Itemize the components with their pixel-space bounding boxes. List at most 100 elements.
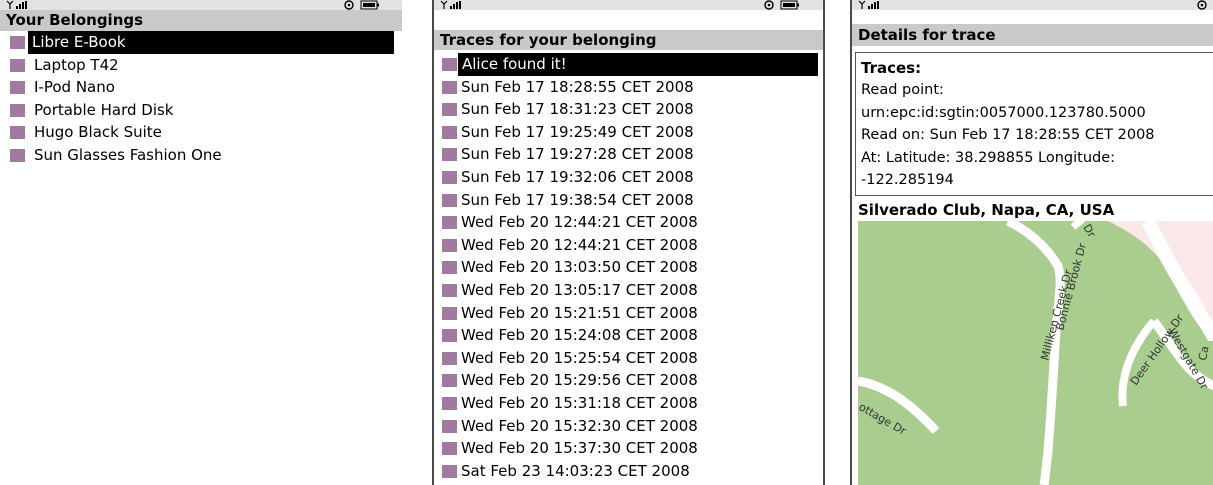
- details-line: Read point:: [861, 82, 944, 99]
- trace-item[interactable]: Sat Feb 23 14:03:23 CET 2008: [434, 460, 823, 483]
- trace-item[interactable]: Wed Feb 20 15:25:54 CET 2008: [434, 347, 823, 370]
- settings-gear-icon: [764, 0, 774, 10]
- traces-list: Alice found it! Sun Feb 17 18:28:55 CET …: [434, 53, 823, 482]
- trace-item[interactable]: Wed Feb 20 15:21:51 CET 2008: [434, 302, 823, 325]
- signal-strength-icon: [6, 0, 27, 9]
- details-line: -122.285194: [861, 172, 954, 189]
- trace-item[interactable]: Sun Feb 17 19:25:49 CET 2008: [434, 121, 823, 144]
- list-item-hugo-black-suite[interactable]: Hugo Black Suite: [0, 121, 402, 144]
- item-bullet: [442, 442, 457, 456]
- item-bullet: [10, 148, 25, 162]
- list-item-label: Wed Feb 20 15:32:30 CET 2008: [461, 416, 698, 435]
- trace-item[interactable]: Wed Feb 20 15:37:30 CET 2008: [434, 437, 823, 460]
- trace-item[interactable]: Sun Feb 17 19:38:54 CET 2008: [434, 189, 823, 212]
- trace-item[interactable]: Sun Feb 17 19:27:28 CET 2008: [434, 143, 823, 166]
- item-bullet: [442, 216, 457, 230]
- item-bullet: [10, 58, 25, 72]
- map-location-title: Silverado Club, Napa, CA, USA: [858, 201, 1115, 219]
- item-bullet: [442, 148, 457, 162]
- list-item-label: Sun Feb 17 18:31:23 CET 2008: [461, 100, 694, 119]
- list-item-label: Sun Feb 17 19:25:49 CET 2008: [461, 122, 694, 141]
- trace-item[interactable]: Sun Feb 17 18:28:55 CET 2008: [434, 76, 823, 99]
- item-bullet: [10, 36, 25, 49]
- list-item-label: Hugo Black Suite: [34, 123, 162, 142]
- item-bullet: [442, 125, 457, 139]
- list-item-label: Wed Feb 20 15:31:18 CET 2008: [461, 393, 698, 412]
- list-item-laptop-t42[interactable]: Laptop T42: [0, 54, 402, 77]
- trace-item[interactable]: Wed Feb 20 15:31:18 CET 2008: [434, 392, 823, 415]
- list-item-label: Wed Feb 20 13:05:17 CET 2008: [461, 280, 698, 299]
- list-item-label: Sun Glasses Fashion One: [34, 145, 222, 164]
- list-item-libre-e-book[interactable]: Libre E-Book: [0, 31, 402, 54]
- belongings-screen: Your Belongings Libre E-Book Laptop T42 …: [0, 0, 402, 485]
- item-bullet: [442, 329, 457, 343]
- battery-icon: [780, 0, 799, 10]
- item-bullet: [442, 261, 457, 275]
- settings-gear-icon: [1197, 0, 1207, 10]
- list-item-label: Wed Feb 20 12:44:21 CET 2008: [461, 235, 698, 254]
- list-item-label: Sun Feb 17 19:27:28 CET 2008: [461, 145, 694, 164]
- signal-strength-icon: [858, 0, 879, 9]
- list-item-label: Wed Feb 20 15:21:51 CET 2008: [461, 303, 698, 322]
- traces-screen: Traces for your belonging Alice found it…: [432, 0, 825, 485]
- page-title: Your Belongings: [0, 10, 402, 31]
- battery-icon: [360, 0, 379, 10]
- list-item-label: Wed Feb 20 15:25:54 CET 2008: [461, 348, 698, 367]
- list-item-label: Wed Feb 20 15:29:56 CET 2008: [461, 371, 698, 390]
- item-bullet: [442, 103, 457, 117]
- trace-item[interactable]: Wed Feb 20 15:24:08 CET 2008: [434, 324, 823, 347]
- trace-item[interactable]: Sun Feb 17 18:31:23 CET 2008: [434, 98, 823, 121]
- list-item-label: Wed Feb 20 15:24:08 CET 2008: [461, 326, 698, 345]
- item-bullet: [442, 80, 457, 94]
- status-bar: [852, 0, 1213, 10]
- list-item-sun-glasses[interactable]: Sun Glasses Fashion One: [0, 144, 402, 167]
- trace-details-screen: Details for trace Traces: Read point: ur…: [850, 0, 1213, 485]
- list-item-portable-hard-disk[interactable]: Portable Hard Disk: [0, 99, 402, 122]
- list-item-label: Portable Hard Disk: [34, 100, 174, 119]
- item-bullet: [442, 396, 457, 410]
- trace-item[interactable]: Wed Feb 20 15:29:56 CET 2008: [434, 369, 823, 392]
- status-bar: [434, 0, 823, 10]
- trace-item[interactable]: Wed Feb 20 12:44:21 CET 2008: [434, 234, 823, 257]
- list-item-label: Sun Feb 17 18:28:55 CET 2008: [461, 77, 694, 96]
- list-item-label: I-Pod Nano: [34, 78, 115, 97]
- item-bullet: [442, 306, 457, 320]
- trace-item[interactable]: Wed Feb 20 13:05:17 CET 2008: [434, 279, 823, 302]
- status-bar: [0, 0, 402, 10]
- map-view[interactable]: Milliken Creek Dr Bonnie Brook Dr Deer H…: [858, 221, 1213, 485]
- item-bullet: [442, 170, 457, 184]
- belongings-list: Libre E-Book Laptop T42 I-Pod Nano Porta…: [0, 31, 402, 167]
- trace-item-alice-found-it[interactable]: Alice found it!: [434, 53, 823, 76]
- details-line: urn:epc:id:sgtin:0057000.123780.5000: [861, 104, 1146, 121]
- item-bullet: [10, 81, 25, 95]
- trace-item[interactable]: Sun Feb 17 19:32:06 CET 2008: [434, 166, 823, 189]
- list-item-label: Sat Feb 23 14:03:23 CET 2008: [461, 461, 690, 480]
- details-line: At: Latitude: 38.298855 Longitude:: [861, 149, 1116, 166]
- list-item-label: Laptop T42: [34, 55, 119, 74]
- details-line: Read on: Sun Feb 17 18:28:55 CET 2008: [861, 127, 1155, 144]
- signal-strength-icon: [440, 0, 461, 9]
- item-bullet: [442, 351, 457, 365]
- street-label-ca: Ca: [1196, 345, 1211, 361]
- list-item-label: Wed Feb 20 13:03:50 CET 2008: [461, 258, 698, 277]
- settings-gear-icon: [344, 0, 354, 10]
- item-bullet: [10, 103, 25, 117]
- item-bullet: [442, 238, 457, 252]
- list-item-label: Sun Feb 17 19:38:54 CET 2008: [461, 190, 694, 209]
- page-title: Details for trace: [852, 24, 1213, 46]
- list-item-label: Wed Feb 20 12:44:21 CET 2008: [461, 213, 698, 232]
- item-bullet: [442, 374, 457, 388]
- list-item-ipod-nano[interactable]: I-Pod Nano: [0, 76, 402, 99]
- item-bullet: [442, 464, 457, 478]
- trace-item[interactable]: Wed Feb 20 13:03:50 CET 2008: [434, 256, 823, 279]
- list-item-label: Alice found it!: [458, 53, 818, 76]
- trace-item[interactable]: Wed Feb 20 15:32:30 CET 2008: [434, 415, 823, 438]
- item-bullet: [442, 58, 457, 71]
- item-bullet: [442, 193, 457, 207]
- trace-details-box: Traces: Read point: urn:epc:id:sgtin:005…: [855, 52, 1213, 196]
- list-item-label: Wed Feb 20 15:37:30 CET 2008: [461, 439, 698, 458]
- details-heading: Traces:: [861, 59, 922, 77]
- list-item-label: Sun Feb 17 19:32:06 CET 2008: [461, 167, 694, 186]
- item-bullet: [10, 126, 25, 140]
- trace-item[interactable]: Wed Feb 20 12:44:21 CET 2008: [434, 211, 823, 234]
